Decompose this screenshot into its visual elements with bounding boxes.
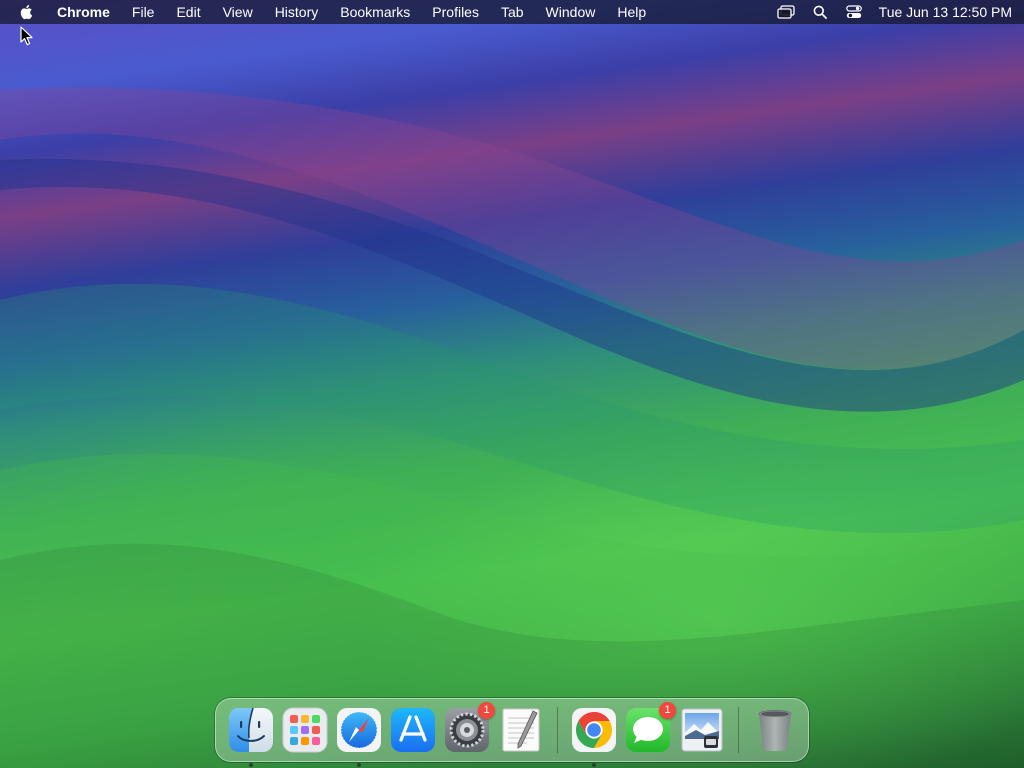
app-store-icon	[391, 708, 435, 752]
spotlight-button[interactable]	[803, 0, 837, 24]
menu-bookmarks[interactable]: Bookmarks	[329, 0, 421, 24]
apple-logo-icon	[20, 4, 33, 20]
menu-app-name[interactable]: Chrome	[46, 0, 121, 24]
control-center-button[interactable]	[837, 0, 871, 24]
finder-icon	[229, 707, 273, 752]
preview-icon	[681, 708, 723, 752]
screen-mirroring-icon	[777, 5, 795, 19]
dock: 1 1	[215, 698, 809, 767]
dock-item-launchpad[interactable]	[281, 706, 329, 754]
running-indicator	[592, 763, 596, 767]
trash-icon	[758, 710, 792, 752]
dock-separator	[738, 707, 739, 753]
notification-badge: 1	[659, 702, 676, 719]
apple-menu[interactable]	[12, 4, 40, 20]
menu-window[interactable]: Window	[535, 0, 607, 24]
dock-item-messages[interactable]: 1	[624, 702, 676, 754]
dock-item-system-settings[interactable]: 1	[443, 702, 495, 754]
safari-icon	[337, 708, 381, 752]
running-indicator	[357, 763, 361, 767]
screen-mirroring-button[interactable]	[769, 0, 803, 24]
mouse-pointer-icon	[20, 26, 33, 46]
running-indicator	[249, 763, 253, 767]
menu-file[interactable]: File	[121, 0, 166, 24]
textedit-icon	[502, 708, 540, 752]
dock-separator	[557, 707, 558, 753]
menu-tab[interactable]: Tab	[490, 0, 535, 24]
menu-bar-clock[interactable]: Tue Jun 13 12:50 PM	[871, 4, 1016, 20]
menu-history[interactable]: History	[264, 0, 330, 24]
menu-edit[interactable]: Edit	[165, 0, 211, 24]
menu-help[interactable]: Help	[606, 0, 657, 24]
dock-item-preview[interactable]	[678, 706, 726, 754]
dock-item-safari[interactable]	[335, 706, 383, 767]
dock-item-finder[interactable]	[227, 706, 275, 767]
spotlight-search-icon	[813, 5, 827, 19]
dock-item-trash[interactable]	[751, 706, 799, 754]
menu-bar-status-area: Tue Jun 13 12:50 PM	[769, 0, 1016, 24]
notification-badge: 1	[478, 702, 495, 719]
dock-item-textedit[interactable]	[497, 706, 545, 754]
launchpad-icon	[282, 707, 328, 753]
control-center-icon	[845, 5, 862, 18]
dock-item-chrome[interactable]	[570, 706, 618, 767]
desktop-wallpaper	[0, 87, 1024, 768]
dock-item-app-store[interactable]	[389, 706, 437, 754]
menu-profiles[interactable]: Profiles	[421, 0, 490, 24]
menu-view[interactable]: View	[212, 0, 264, 24]
menu-bar: Chrome File Edit View History Bookmarks …	[0, 0, 1024, 24]
chrome-icon	[572, 708, 616, 752]
